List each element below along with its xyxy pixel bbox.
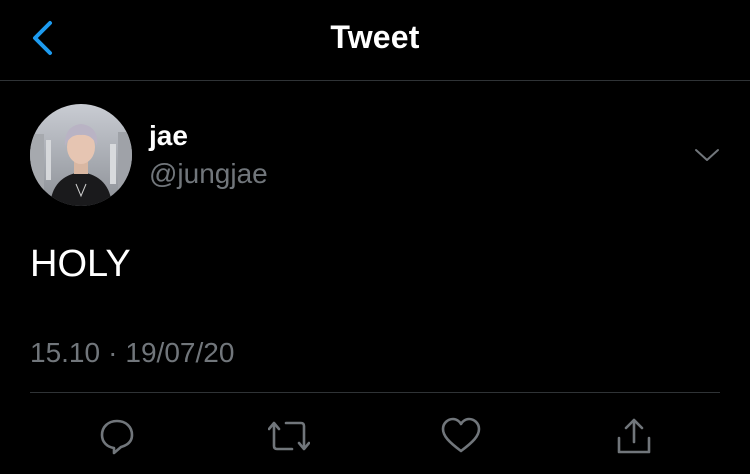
- avatar[interactable]: [30, 104, 132, 206]
- reply-icon: [100, 419, 134, 455]
- tweet-time: 15.10: [30, 337, 101, 368]
- meta-separator: ·: [108, 337, 118, 368]
- tweet-timestamp: 15.10 · 19/07/20: [30, 336, 234, 370]
- reply-button[interactable]: [95, 414, 139, 458]
- navigation-bar: Tweet: [0, 0, 750, 81]
- tweet-date: 19/07/20: [125, 337, 235, 368]
- page-title: Tweet: [330, 19, 420, 55]
- tweet-options-button[interactable]: [690, 140, 724, 170]
- author-handle[interactable]: @jungjae: [149, 158, 268, 190]
- tweet-text: HOLY: [30, 243, 131, 285]
- author-name[interactable]: jae: [149, 120, 188, 152]
- retweet-button[interactable]: [267, 414, 311, 458]
- retweet-icon: [268, 421, 310, 451]
- avatar-photo: [30, 104, 132, 206]
- chevron-down-icon: [695, 149, 719, 161]
- share-icon: [617, 418, 651, 454]
- share-button[interactable]: [612, 414, 656, 458]
- like-button[interactable]: [439, 414, 483, 458]
- divider: [30, 392, 720, 393]
- heart-icon: [441, 417, 481, 453]
